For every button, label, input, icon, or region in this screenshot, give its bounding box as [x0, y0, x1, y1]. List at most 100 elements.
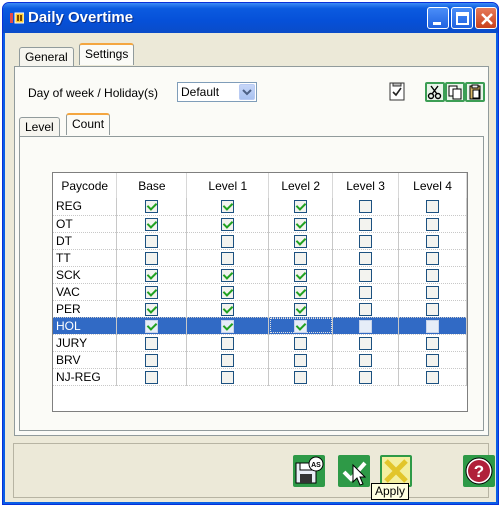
tab-settings[interactable]: Settings: [79, 43, 135, 65]
include-checkbox[interactable]: [294, 251, 308, 265]
table-row[interactable]: HOL: [53, 317, 467, 335]
subtab-level[interactable]: Level: [19, 117, 60, 137]
close-button[interactable]: [475, 7, 497, 29]
include-checkbox[interactable]: [426, 217, 440, 231]
checklist-icon[interactable]: [388, 82, 408, 102]
include-checkbox[interactable]: [294, 302, 308, 316]
col-paycode-header[interactable]: Paycode: [53, 173, 118, 198]
paycode-cell[interactable]: HOL: [53, 317, 118, 335]
table-row[interactable]: JURY: [53, 334, 467, 352]
include-checkbox[interactable]: [145, 251, 159, 265]
include-checkbox[interactable]: [221, 370, 235, 384]
chevron-down-icon[interactable]: [239, 84, 255, 100]
include-checkbox[interactable]: [221, 251, 235, 265]
paycode-cell[interactable]: JURY: [53, 334, 118, 352]
include-checkbox[interactable]: [145, 370, 159, 384]
include-checkbox[interactable]: [294, 319, 308, 333]
include-checkbox[interactable]: [294, 217, 308, 231]
subtab-count[interactable]: Count: [66, 113, 111, 135]
paycode-cell[interactable]: SCK: [53, 266, 118, 284]
table-row[interactable]: PER: [53, 300, 467, 318]
include-checkbox[interactable]: [294, 268, 308, 282]
col-level4-header[interactable]: Level 4: [398, 173, 467, 198]
include-checkbox[interactable]: [221, 200, 235, 214]
include-checkbox[interactable]: [221, 353, 235, 367]
include-checkbox[interactable]: [426, 302, 440, 316]
paycode-cell[interactable]: PER: [53, 300, 118, 318]
save-as-icon[interactable]: AS: [293, 455, 325, 487]
include-checkbox[interactable]: [359, 319, 373, 333]
include-checkbox[interactable]: [359, 370, 373, 384]
include-checkbox[interactable]: [145, 200, 159, 214]
include-checkbox[interactable]: [294, 285, 308, 299]
include-checkbox[interactable]: [426, 285, 440, 299]
table-row[interactable]: VAC: [53, 283, 467, 301]
include-checkbox[interactable]: [426, 370, 440, 384]
paycode-cell[interactable]: BRV: [53, 351, 118, 369]
include-checkbox[interactable]: [294, 353, 308, 367]
paycode-cell[interactable]: REG: [53, 198, 118, 216]
paycode-cell[interactable]: DT: [53, 232, 118, 250]
table-row[interactable]: SCK: [53, 266, 467, 284]
include-checkbox[interactable]: [221, 217, 235, 231]
table-row[interactable]: DT: [53, 232, 467, 250]
table-row[interactable]: BRV: [53, 351, 467, 369]
include-checkbox[interactable]: [145, 302, 159, 316]
minimize-button[interactable]: [427, 7, 449, 29]
include-checkbox[interactable]: [145, 336, 159, 350]
tab-general[interactable]: General: [19, 47, 74, 67]
include-checkbox[interactable]: [359, 234, 373, 248]
include-checkbox[interactable]: [221, 319, 235, 333]
paycode-cell[interactable]: NJ-REG: [53, 368, 118, 386]
paycode-cell[interactable]: VAC: [53, 283, 118, 301]
include-checkbox[interactable]: [221, 268, 235, 282]
include-checkbox[interactable]: [221, 302, 235, 316]
include-checkbox[interactable]: [359, 217, 373, 231]
table-row[interactable]: TT: [53, 249, 467, 267]
include-checkbox[interactable]: [294, 200, 308, 214]
include-checkbox[interactable]: [359, 336, 373, 350]
title-bar[interactable]: Daily Overtime: [3, 3, 498, 33]
include-checkbox[interactable]: [359, 268, 373, 282]
col-level2-header[interactable]: Level 2: [268, 173, 334, 198]
include-checkbox[interactable]: [145, 234, 159, 248]
include-checkbox[interactable]: [426, 268, 440, 282]
include-checkbox[interactable]: [359, 353, 373, 367]
table-row[interactable]: OT: [53, 215, 467, 233]
paycode-cell[interactable]: OT: [53, 215, 118, 233]
include-checkbox[interactable]: [145, 319, 159, 333]
paste-icon[interactable]: [465, 82, 485, 102]
col-base-header[interactable]: Base: [116, 173, 188, 198]
help-icon[interactable]: ?: [463, 455, 495, 487]
include-checkbox[interactable]: [426, 353, 440, 367]
copy-icon[interactable]: [445, 82, 465, 102]
include-checkbox[interactable]: [359, 302, 373, 316]
paycode-cell[interactable]: TT: [53, 249, 118, 267]
include-checkbox[interactable]: [359, 251, 373, 265]
apply-icon[interactable]: [338, 455, 370, 487]
include-checkbox[interactable]: [145, 353, 159, 367]
include-checkbox[interactable]: [294, 370, 308, 384]
table-row[interactable]: NJ-REG: [53, 368, 467, 386]
include-checkbox[interactable]: [426, 200, 440, 214]
maximize-button[interactable]: [451, 7, 473, 29]
include-checkbox[interactable]: [359, 285, 373, 299]
include-checkbox[interactable]: [221, 336, 235, 350]
include-checkbox[interactable]: [145, 268, 159, 282]
day-of-week-select[interactable]: Default: [177, 82, 257, 102]
include-checkbox[interactable]: [145, 285, 159, 299]
scissors-icon[interactable]: [425, 82, 445, 102]
include-checkbox[interactable]: [221, 285, 235, 299]
include-checkbox[interactable]: [294, 336, 308, 350]
include-checkbox[interactable]: [426, 251, 440, 265]
include-checkbox[interactable]: [145, 217, 159, 231]
col-level3-header[interactable]: Level 3: [332, 173, 400, 198]
include-checkbox[interactable]: [294, 234, 308, 248]
col-level1-header[interactable]: Level 1: [186, 173, 270, 198]
table-row[interactable]: REG: [53, 198, 467, 216]
include-checkbox[interactable]: [426, 234, 440, 248]
include-checkbox[interactable]: [221, 234, 235, 248]
include-checkbox[interactable]: [359, 200, 373, 214]
include-checkbox[interactable]: [426, 336, 440, 350]
include-checkbox[interactable]: [426, 319, 440, 333]
